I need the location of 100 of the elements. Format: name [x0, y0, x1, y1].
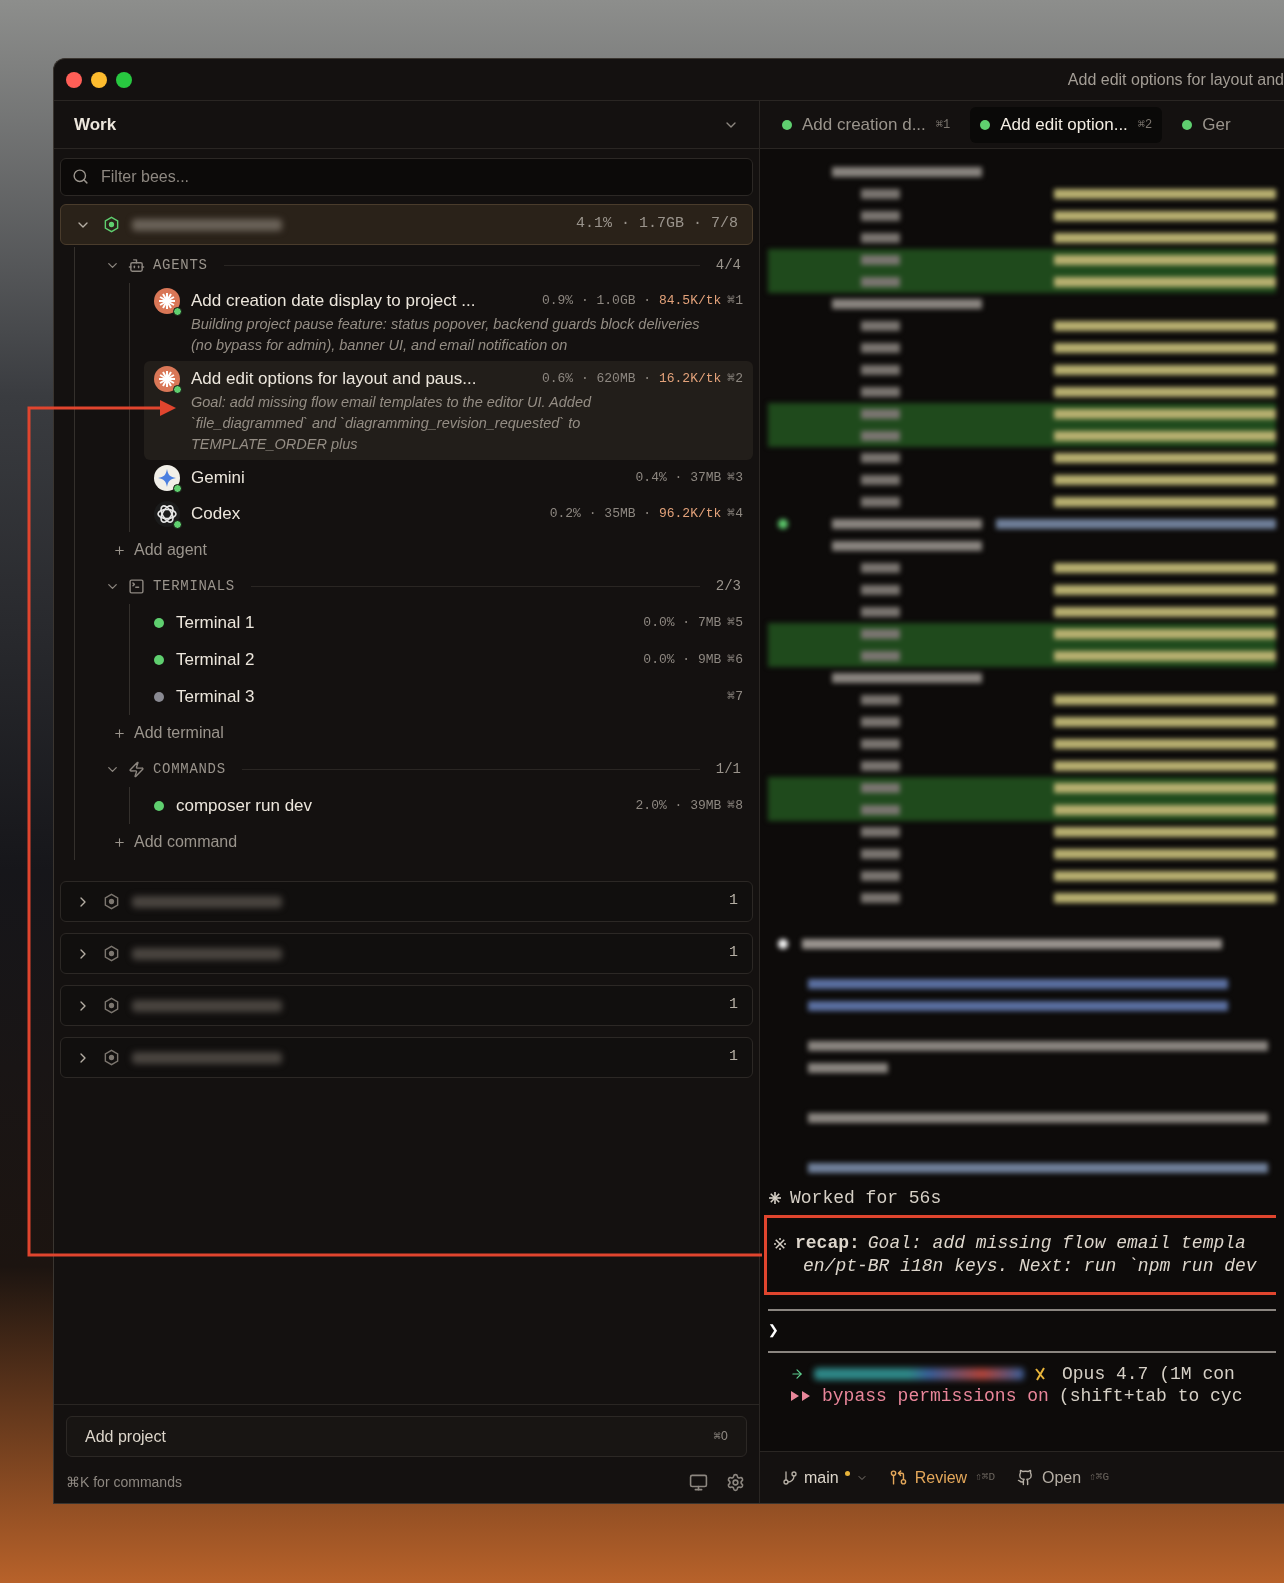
tab[interactable]: Add edit option... ⌘2 [970, 106, 1163, 143]
shortcut-hint: ⌘5 [727, 613, 743, 632]
project-count: 1 [729, 995, 738, 1016]
process-row[interactable]: Terminal 3 ⌘7 [144, 678, 753, 715]
plus-icon [113, 726, 126, 740]
project-row[interactable]: 1 [60, 985, 753, 1026]
plus-icon [113, 543, 126, 557]
arrow-right-icon [790, 1367, 804, 1381]
add-item-button[interactable]: Add terminal [113, 715, 224, 751]
tab[interactable]: Add creation d... ⌘1 [772, 106, 961, 143]
token-rate: 16.2K/tk [658, 370, 722, 389]
project-row[interactable]: 1 [60, 933, 753, 974]
knot-avatar-icon [154, 501, 180, 527]
project-stats: 4.1% · 1.7GB · 7/8 [575, 214, 738, 235]
zoom-button[interactable] [116, 71, 132, 88]
hexagon-icon [103, 893, 120, 910]
usage-stats: 2.0% · 39MB [635, 796, 722, 815]
usage-stats: 0.4% · 37MB [635, 469, 722, 488]
process-row[interactable]: Terminal 2 0.0% · 9MB ⌘6 [144, 641, 753, 678]
project-row[interactable]: 4.1% · 1.7GB · 7/8 [60, 204, 753, 245]
process-title: composer run dev [176, 794, 313, 817]
workspace-name: Work [74, 113, 117, 136]
review-button[interactable]: Review ⇧⌘D [889, 1465, 995, 1490]
agent-summary: Building project pause feature: status popover, backend guards block deliveries (no bypass for admin), banner UI, and email notification on [191, 315, 701, 355]
branch-selector[interactable]: main [782, 1465, 868, 1490]
double-arrow-icon [790, 1391, 812, 1401]
process-title: Terminal 2 [176, 648, 255, 671]
worked-time: Worked for 56s [790, 1186, 942, 1210]
tab[interactable]: Ger [1172, 106, 1241, 143]
agent-row[interactable]: Codex 0.2% · 35MB · 96.2K/tk ⌘4 [144, 496, 753, 532]
pull-request-icon [889, 1469, 907, 1486]
recap-label: recap: [795, 1232, 860, 1255]
process-title: Terminal 3 [176, 685, 255, 708]
recap-text: Goal: add missing flow email templa [867, 1232, 1246, 1255]
filter-field[interactable]: Filter bees... [60, 158, 753, 196]
add-item-button[interactable]: Add command [113, 824, 238, 860]
agent-title: Add edit options for layout and paus... [191, 368, 477, 391]
search-icon [72, 168, 89, 185]
agent-title: Gemini [191, 467, 245, 490]
permission-mode: bypass permissions on [822, 1385, 1049, 1407]
minimize-button[interactable] [91, 71, 107, 88]
section-heading: TERMINALS [153, 576, 235, 596]
agent-summary: Goal: add missing flow email templates to the editor UI. Added `file_diagrammed` and `diagramming_revision_requested` to TEMPLATE_ORDER plus [191, 393, 593, 454]
monitor-icon[interactable] [689, 1472, 708, 1492]
project-count: 1 [729, 891, 738, 912]
mode-hint: (shift+tab to cyc [1058, 1385, 1243, 1407]
model-info: Opus 4.7 (1M con [1062, 1363, 1235, 1385]
usage-stats: 0.0% · 7MB [643, 613, 722, 632]
tab-label: Add creation d... [802, 113, 926, 136]
agent-title: Add creation date display to project ... [191, 290, 476, 313]
shortcut-hint: ⌘1 [727, 292, 743, 311]
arrowhead-icon [160, 400, 176, 416]
section-count: 2/3 [715, 576, 741, 596]
add-project-button[interactable]: Add project ⌘O [66, 1416, 747, 1457]
usage-stats: 0.6% · 620MB · [541, 370, 653, 389]
shortcut-hint: ⌘8 [727, 796, 743, 815]
cross-mark-icon [1034, 1367, 1046, 1381]
commands-hint: ⌘K for commands [66, 1472, 182, 1492]
github-icon [1017, 1469, 1034, 1486]
shortcut-hint: ⌘7 [727, 687, 743, 706]
section-heading: COMMANDS [153, 759, 226, 779]
robot-icon [128, 256, 145, 274]
section-count: 4/4 [715, 255, 741, 275]
settings-icon[interactable] [726, 1472, 745, 1492]
usage-stats: 0.9% · 1.0GB · [541, 292, 653, 311]
token-rate: 96.2K/tk [658, 505, 722, 524]
tab-label: Add edit option... [1000, 113, 1128, 136]
usage-stats: 0.0% · 9MB [643, 650, 722, 669]
hexagon-icon [103, 945, 120, 962]
close-button[interactable] [66, 71, 82, 88]
project-row[interactable]: 1 [60, 1037, 753, 1078]
prompt-input[interactable]: ❯ [768, 1311, 1276, 1351]
project-count: 1 [729, 943, 738, 964]
sunburst-avatar-icon [154, 288, 180, 314]
plus-icon [113, 835, 126, 849]
open-github-button[interactable]: Open ⇧⌘G [1017, 1465, 1109, 1490]
process-row[interactable]: Terminal 1 0.0% · 7MB ⌘5 [144, 604, 753, 641]
shortcut-hint: ⌘4 [727, 505, 743, 524]
sparkle-avatar-icon [154, 465, 180, 491]
agent-row[interactable]: Gemini 0.4% · 37MB ⌘3 [144, 460, 753, 496]
window-title: Add edit options for layout and [1067, 69, 1284, 90]
terminal-icon [128, 577, 145, 595]
add-item-button[interactable]: Add agent [113, 532, 207, 568]
process-row[interactable]: composer run dev 2.0% · 39MB ⌘8 [144, 787, 753, 824]
usage-stats: 0.2% · 35MB · [549, 505, 653, 524]
hexagon-icon [103, 1049, 120, 1066]
asterisk-icon [768, 1191, 782, 1205]
section-count: 1/1 [715, 759, 741, 779]
shortcut-hint: ⌘3 [727, 469, 743, 488]
agent-title: Codex [191, 503, 241, 526]
project-row[interactable]: 1 [60, 881, 753, 922]
process-title: Terminal 1 [176, 611, 255, 634]
project-count: 1 [729, 1047, 738, 1068]
token-rate: 84.5K/tk [658, 292, 722, 311]
asterisk-icon [773, 1236, 787, 1251]
section-heading: AGENTS [153, 255, 208, 275]
tab-label: Ger [1202, 113, 1231, 136]
hexagon-icon [103, 216, 120, 233]
agent-row[interactable] [144, 361, 753, 460]
lightning-icon [128, 760, 145, 778]
